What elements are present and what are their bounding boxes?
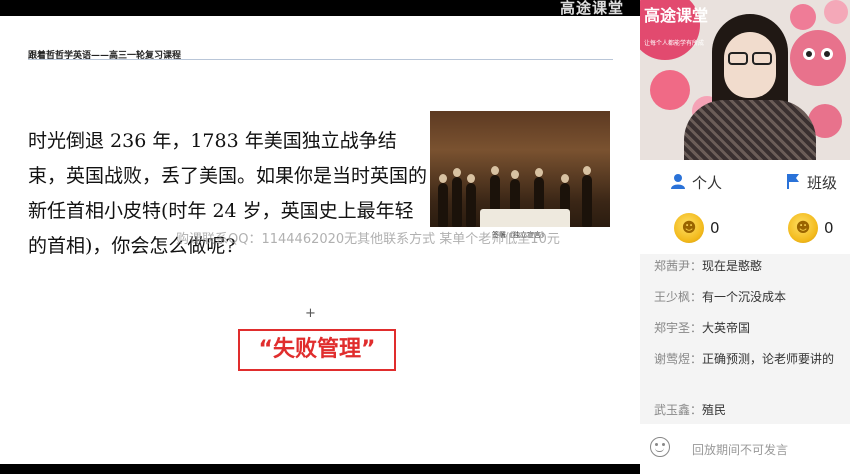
painting-head [561,174,569,183]
chat-message: 谢莺煜：正确预测，论老师要讲的 [654,349,844,370]
painting-head [535,168,543,177]
video-logo-sub: 让每个人都能学有所成 [644,40,705,47]
chat-message: 武玉鑫：殖民 [654,400,844,421]
chat-message: 王少枫：有一个沉没成本 [654,287,844,308]
glasses-lens [752,52,772,65]
painting-figure [582,175,592,227]
chat-message: 郑茜尹：现在是憨憨 [654,256,844,277]
painting-figure [438,183,448,227]
video-bg-circle [790,4,816,30]
chat-disabled-hint: 回放期间不可发言 [692,443,789,457]
chat-text: 正确预测，论老师要讲的 [702,352,835,366]
coin-personal: ☻ 0 [674,213,720,243]
tab-class[interactable]: 班级 [785,172,837,193]
chat-text: 大英帝国 [702,321,751,335]
mascot-eye [821,48,833,60]
person-icon [670,173,686,193]
coin-count: 0 [824,219,834,237]
coin-row: ☻ 0 ☻ 0 [640,204,850,254]
mascot-icon [790,30,846,86]
painting-head [467,174,475,183]
title-divider [28,59,613,60]
coin-icon: ☻ [788,213,818,243]
right-panel: 高途课堂 让每个人都能学有所成 个人 班级 ☻ 0 ☻ 0 郑茜尹：现在是憨憨 … [640,0,850,474]
chat-author: 郑茜尹： [654,259,703,273]
painting-head [491,166,499,175]
stamp-box: “失败管理” [238,329,396,371]
chat-input-bar: 回放期间不可发言 [640,424,850,474]
chat-message: 郑宇圣：大英帝国 [654,318,844,339]
mascot-eye [803,48,815,60]
painting-head [453,168,461,177]
mascot-pupil [806,51,812,57]
painting-figure [452,177,462,227]
mascot-pupil [824,51,830,57]
tab-personal-label: 个人 [692,174,723,192]
teacher-glasses [726,52,774,66]
emoji-icon[interactable] [650,437,670,457]
painting-head [439,174,447,183]
flag-icon [785,173,801,193]
tab-class-label: 班级 [807,174,838,192]
video-bg-circle [824,0,848,24]
coin-icon: ☻ [674,213,704,243]
coin-class: ☻ 0 [788,213,834,243]
chat-author: 武玉鑫： [654,403,703,417]
chat-author: 谢莺煜： [654,352,703,366]
painting-head [583,166,591,175]
chat-text: 殖民 [702,403,727,417]
chat-text: 现在是憨憨 [702,259,763,273]
chat-author: 郑宇圣： [654,321,703,335]
bottom-bar [0,464,640,474]
chat-text: 有一个沉没成本 [702,290,787,304]
tab-personal[interactable]: 个人 [670,172,722,193]
cursor-crosshair: + [305,306,316,321]
watermark: 购课联系QQ：1144462020无其他联系方式 某单个老师低至10元 [176,232,560,247]
painting-figure [466,183,476,227]
teacher-video: 高途课堂 让每个人都能学有所成 [640,0,850,160]
chat-author: 王少枫： [654,290,703,304]
tab-bar: 个人 班级 [640,160,850,204]
coin-count: 0 [710,219,720,237]
glasses-lens [728,52,748,65]
chat-list[interactable]: 郑茜尹：现在是憨憨 王少枫：有一个沉没成本 郑宇圣：大英帝国 谢莺煜：正确预测，… [640,254,850,424]
top-logo: 高途课堂 [560,0,625,17]
video-logo: 高途课堂 [644,6,709,25]
teacher-body [684,100,816,160]
declaration-painting: 签署《独立宣言》 [430,111,610,241]
video-bg-circle [650,70,690,110]
stamp-text: “失败管理” [258,337,376,362]
painting-head [511,170,519,179]
